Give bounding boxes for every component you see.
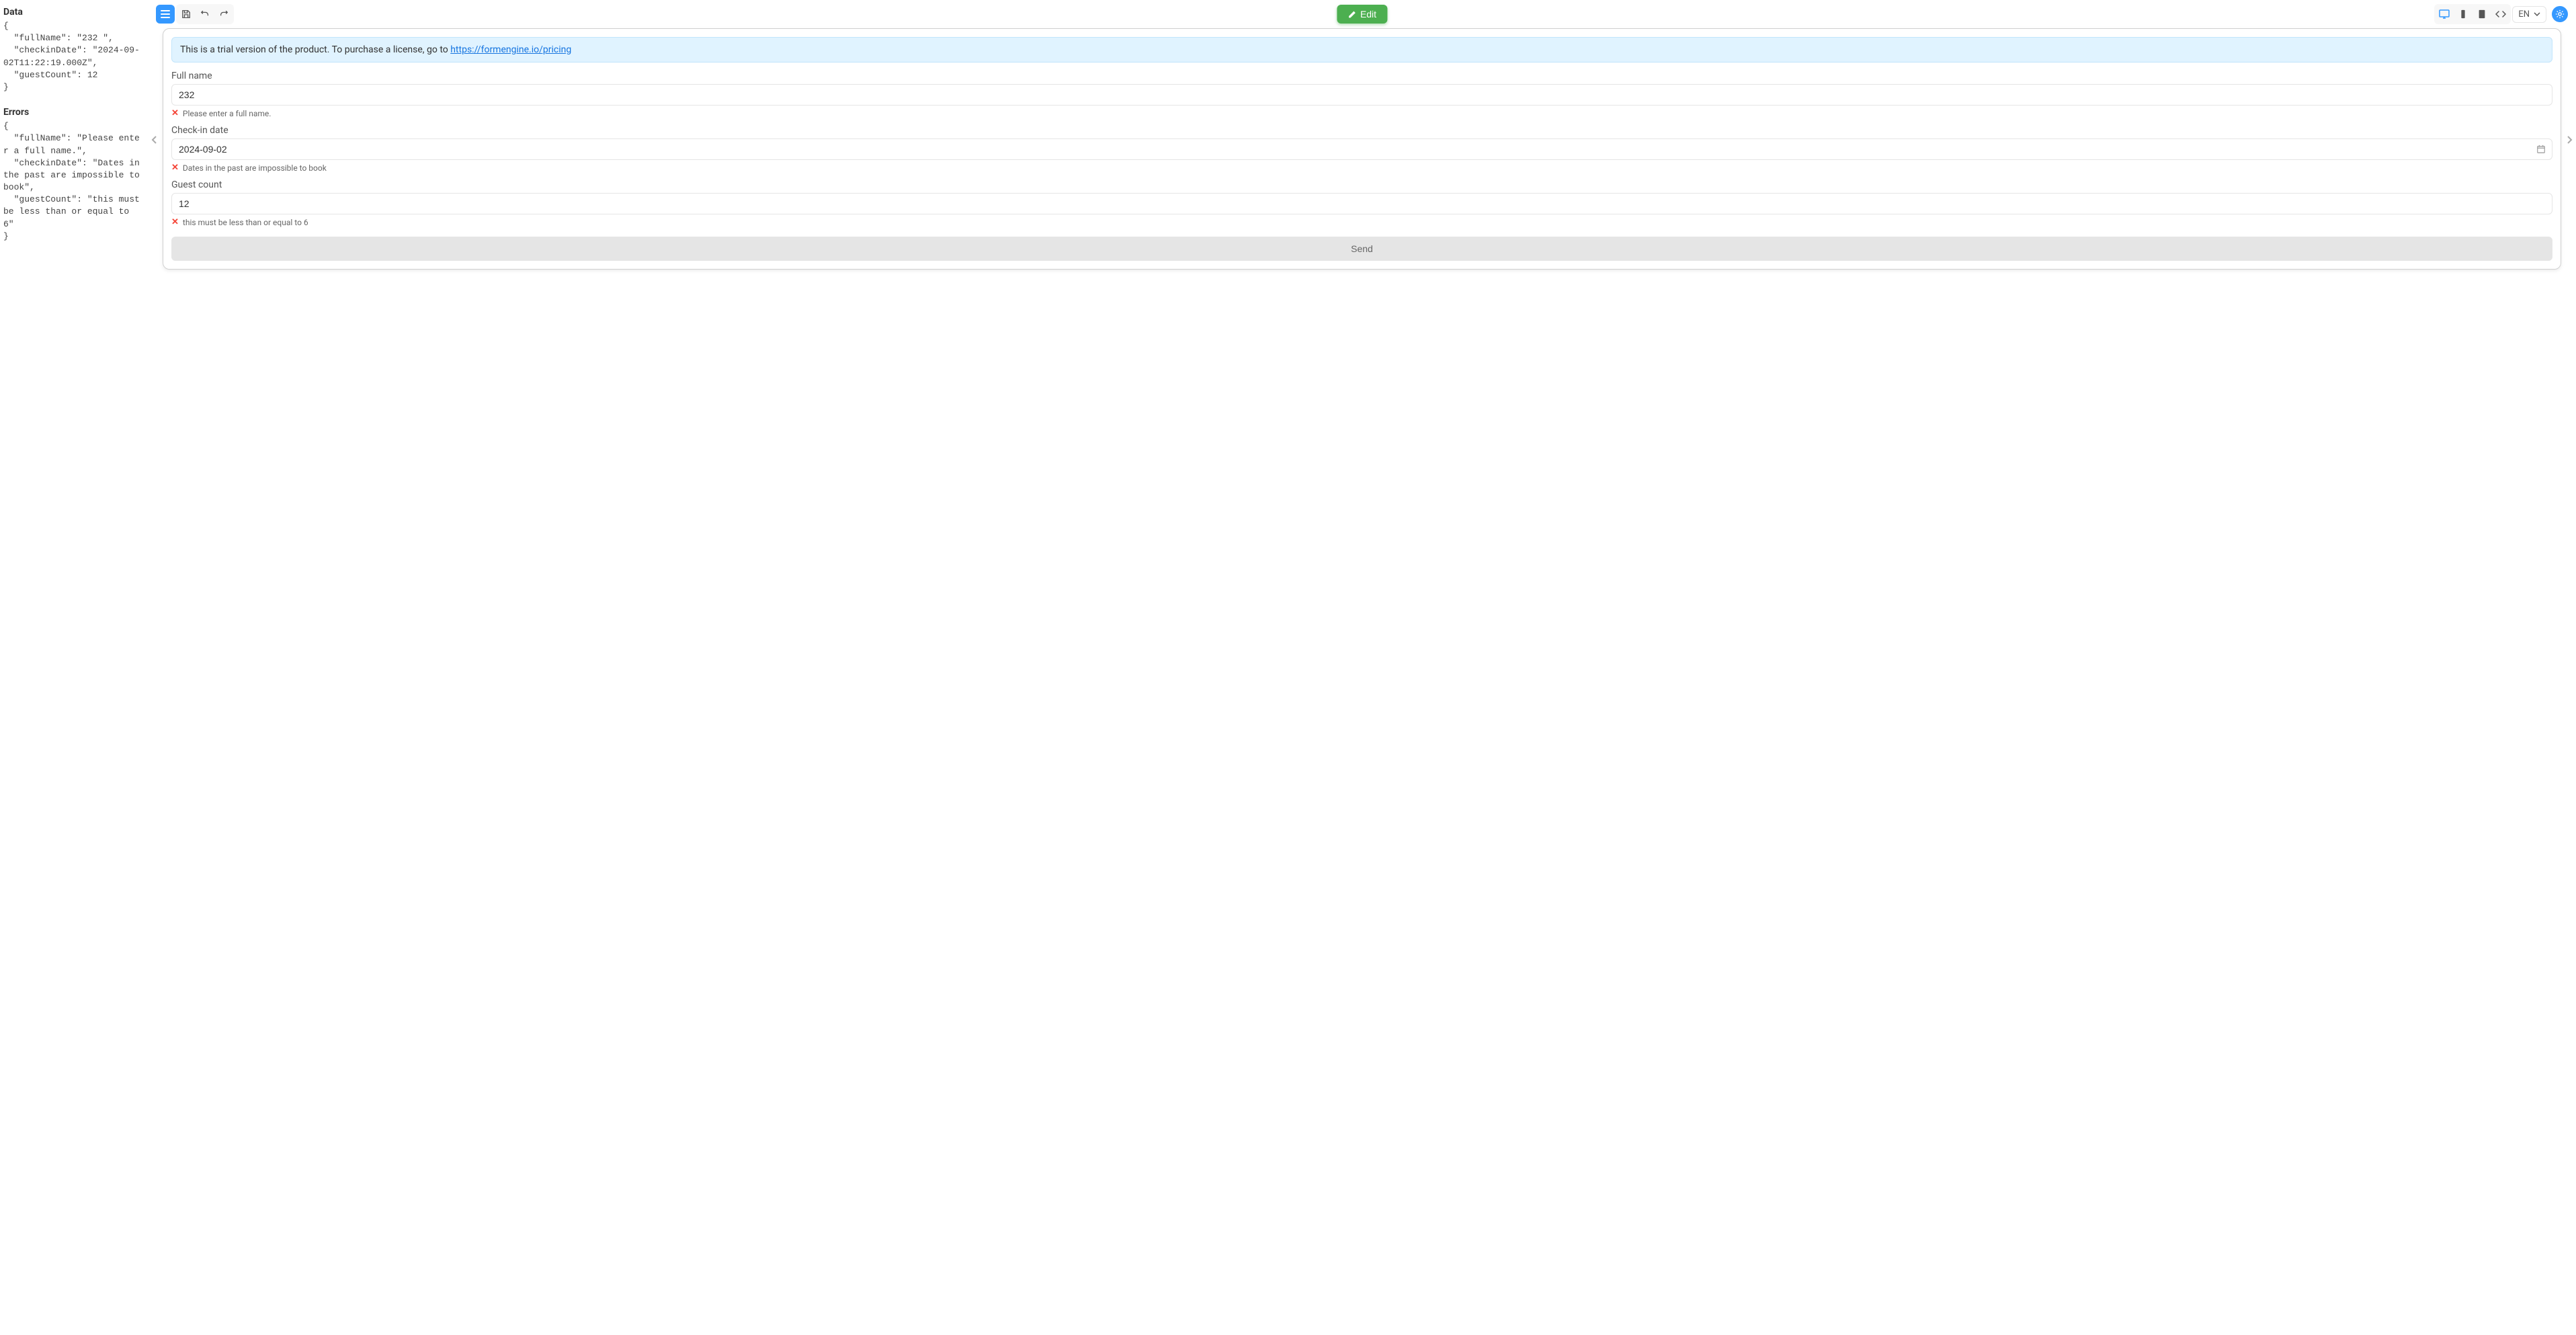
trial-text: This is a trial version of the product. … (180, 44, 450, 55)
lang-value: EN (2518, 9, 2530, 19)
settings-button[interactable] (2552, 6, 2568, 22)
data-heading: Data (3, 7, 144, 17)
fullname-error-text: Please enter a full name. (183, 109, 272, 118)
next-page-button[interactable] (2563, 28, 2576, 144)
redo-button[interactable] (214, 5, 233, 24)
main-area: Edit (148, 0, 2576, 283)
guestcount-error: ✕ this must be less than or equal to 6 (171, 217, 2552, 227)
fullname-label: Full name (171, 71, 2552, 81)
trial-link[interactable]: https://formengine.io/pricing (450, 44, 571, 55)
desktop-icon (2439, 9, 2450, 19)
toolbar: Edit (148, 0, 2576, 28)
mobile-icon (2458, 9, 2468, 19)
guestcount-error-text: this must be less than or equal to 6 (183, 218, 308, 227)
save-icon (181, 9, 191, 19)
edit-button[interactable]: Edit (1337, 5, 1387, 24)
debug-sidebar: Data { "fullName": "232 ", "checkinDate"… (0, 0, 148, 283)
trial-banner: This is a trial version of the product. … (171, 37, 2552, 63)
tablet-view-button[interactable] (2473, 5, 2491, 24)
gear-icon (2555, 9, 2565, 19)
error-icon: ✕ (171, 163, 179, 173)
form-canvas: This is a trial version of the product. … (163, 28, 2561, 270)
errors-json: { "fullName": "Please enter a full name.… (3, 120, 144, 243)
fullname-error: ✕ Please enter a full name. (171, 108, 2552, 118)
calendar-icon[interactable] (2536, 145, 2546, 154)
menu-button[interactable] (156, 5, 175, 24)
pencil-icon (1347, 10, 1356, 19)
field-guestcount: Guest count ✕ this must be less than or … (171, 179, 2552, 227)
undo-icon (200, 9, 210, 19)
save-button[interactable] (177, 5, 196, 24)
checkin-error-text: Dates in the past are impossible to book (183, 163, 327, 173)
code-icon (2495, 9, 2506, 19)
chevron-right-icon (2565, 136, 2573, 144)
desktop-view-button[interactable] (2435, 5, 2454, 24)
edit-label: Edit (1360, 9, 1376, 19)
guestcount-input[interactable] (171, 193, 2552, 214)
fullname-input[interactable] (171, 84, 2552, 106)
tablet-icon (2477, 9, 2487, 19)
errors-heading: Errors (3, 107, 144, 118)
undo-button[interactable] (196, 5, 214, 24)
chevron-down-icon (2534, 11, 2540, 17)
field-checkin: Check-in date ✕ Dates in the past are im… (171, 125, 2552, 173)
code-view-button[interactable] (2491, 5, 2510, 24)
checkin-input[interactable] (171, 138, 2552, 160)
checkin-error: ✕ Dates in the past are impossible to bo… (171, 163, 2552, 173)
error-icon: ✕ (171, 108, 179, 118)
error-icon: ✕ (171, 217, 179, 227)
redo-icon (219, 9, 228, 19)
mobile-view-button[interactable] (2454, 5, 2473, 24)
checkin-label: Check-in date (171, 125, 2552, 136)
chevron-left-icon (151, 136, 159, 144)
guestcount-label: Guest count (171, 179, 2552, 190)
menu-icon (160, 9, 171, 19)
language-select[interactable]: EN (2512, 6, 2546, 23)
field-fullname: Full name ✕ Please enter a full name. (171, 71, 2552, 118)
send-button[interactable]: Send (171, 237, 2552, 261)
data-json: { "fullName": "232 ", "checkinDate": "20… (3, 20, 144, 93)
prev-page-button[interactable] (148, 28, 161, 144)
